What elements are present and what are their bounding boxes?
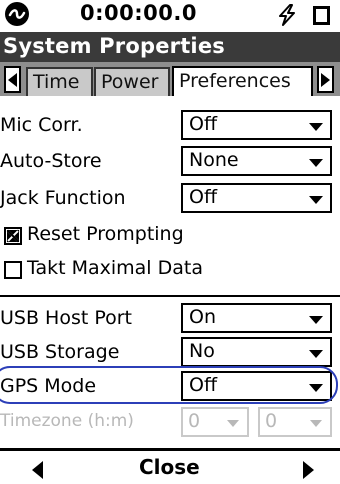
auto-store-value: None xyxy=(189,149,239,171)
chevron-down-icon xyxy=(309,196,323,204)
chevron-down-icon xyxy=(309,316,323,324)
timezone-label: Timezone (h:m) xyxy=(0,411,134,431)
chevron-down-icon xyxy=(309,159,323,167)
chevron-down-icon xyxy=(309,123,323,131)
triangle-left-icon xyxy=(8,73,17,87)
jack-function-value: Off xyxy=(189,186,218,208)
timezone-hours-dropdown[interactable]: 0 xyxy=(181,407,249,437)
window-title: System Properties xyxy=(3,34,225,58)
timezone-minutes-dropdown[interactable]: 0 xyxy=(258,407,332,437)
section-divider xyxy=(0,295,340,297)
reset-prompting-checkbox[interactable] xyxy=(4,227,22,245)
status-bar: 0:00:00.0 xyxy=(0,0,340,32)
jack-function-label: Jack Function xyxy=(0,187,126,209)
mic-corr-dropdown[interactable]: Off xyxy=(181,110,332,140)
usb-storage-label: USB Storage xyxy=(0,341,120,363)
usb-storage-value: No xyxy=(189,340,215,362)
elapsed-timer: 0:00:00.0 xyxy=(80,1,197,25)
close-button[interactable]: Close xyxy=(139,455,200,479)
takt-maximal-label[interactable]: Takt Maximal Data xyxy=(27,257,203,279)
chevron-down-icon xyxy=(309,350,323,358)
tab-time[interactable]: Time xyxy=(26,67,93,96)
circle-logo-icon[interactable] xyxy=(5,2,29,26)
usb-host-port-label: USB Host Port xyxy=(0,307,133,329)
tab-preferences[interactable]: Preferences xyxy=(172,66,313,96)
auto-store-label: Auto-Store xyxy=(0,150,102,172)
usb-storage-dropdown[interactable]: No xyxy=(181,337,332,367)
battery-icon xyxy=(313,6,330,25)
mic-corr-label: Mic Corr. xyxy=(0,114,83,136)
timezone-minutes-value: 0 xyxy=(265,410,278,432)
triangle-left-icon[interactable] xyxy=(32,461,43,479)
tab-power[interactable]: Power xyxy=(94,67,170,96)
tab-scroll-left-button[interactable] xyxy=(4,66,21,93)
tab-scroll-right-button[interactable] xyxy=(317,66,334,93)
usb-host-port-dropdown[interactable]: On xyxy=(181,303,332,333)
timezone-hours-value: 0 xyxy=(188,410,201,432)
reset-prompting-label[interactable]: Reset Prompting xyxy=(27,223,184,245)
window-title-bar: System Properties xyxy=(0,32,340,62)
auto-store-dropdown[interactable]: None xyxy=(181,146,332,176)
bottom-command-bar: Close xyxy=(0,448,340,484)
jack-function-dropdown[interactable]: Off xyxy=(181,183,332,213)
triangle-right-icon xyxy=(321,73,330,87)
gps-mode-highlight xyxy=(0,366,338,404)
takt-maximal-checkbox[interactable] xyxy=(4,261,22,279)
lightning-bolt-icon xyxy=(279,4,295,26)
chevron-down-icon xyxy=(227,420,239,427)
triangle-right-icon[interactable] xyxy=(303,461,314,479)
chevron-down-icon xyxy=(310,420,322,427)
mic-corr-value: Off xyxy=(189,113,218,135)
tab-strip: Time Power Preferences xyxy=(0,62,340,96)
usb-host-port-value: On xyxy=(189,306,216,328)
